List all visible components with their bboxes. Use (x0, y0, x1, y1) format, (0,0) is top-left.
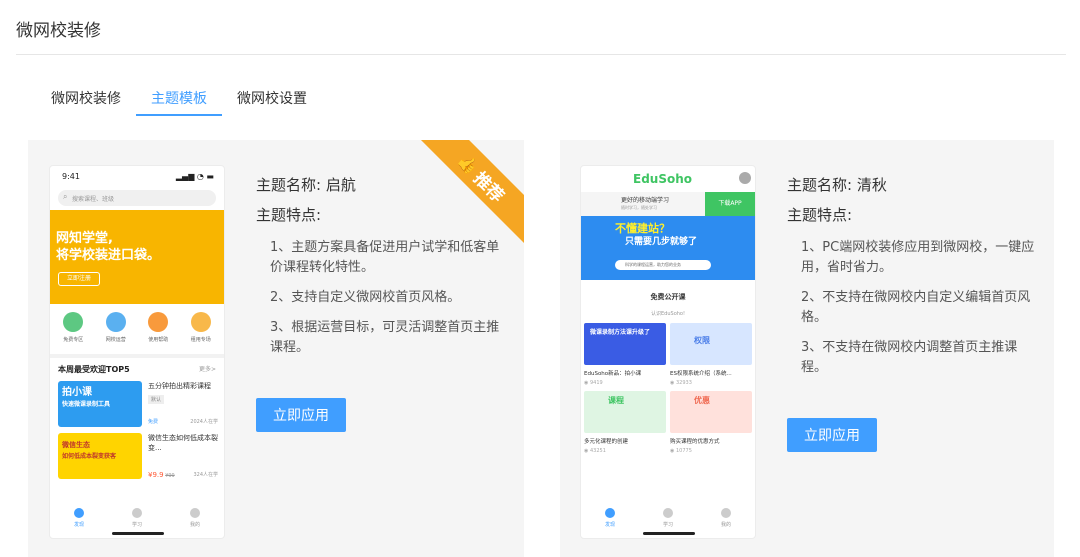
feature-item: 3、不支持在微网校内调整首页主推课程。 (801, 340, 1018, 375)
feature-item: 2、支持自定义微网校首页风格。 (270, 290, 461, 305)
study-icon (662, 508, 673, 518)
preview-search-field: ⌕ 搜索课程、班级 (58, 190, 216, 206)
preview-banner: 网知学堂, 将学校装进口袋。 立即注册 (50, 210, 224, 304)
theme-preview-qingqiu: EduSoho 更好的移动端学习 随时学习，随处学习 下载APP 不懂建站？ 只… (580, 165, 756, 539)
tab-decoration[interactable]: 微网校装修 (36, 80, 136, 116)
list-item: 优惠 购买课程的优惠方式 ◉ 10775 (670, 391, 752, 454)
course-thumbnail: 课程 (584, 391, 666, 433)
home-indicator (112, 532, 164, 535)
free-zone-icon (63, 312, 84, 332)
preview-quick-icons: 免费专区 网校运营 使用帮助 租用专场 (50, 304, 224, 354)
quick-icon: 租用专场 (190, 312, 211, 354)
study-icon (131, 508, 142, 518)
apply-theme-button[interactable]: 立即应用 (256, 398, 346, 432)
list-item: 权限 ES权限系统介绍（系统... ◉ 32933 (670, 323, 752, 386)
profile-icon (189, 508, 200, 518)
quick-icon: 免费专区 (63, 312, 83, 354)
tab-theme-templates[interactable]: 主题模板 (136, 80, 222, 116)
page-title: 微网校装修 (16, 21, 101, 41)
course-thumbnail: 拍小课 快速微课录制工具 (58, 381, 142, 427)
course-thumbnail: 微信生态 如何低成本裂变获客 (58, 433, 142, 479)
discover-icon (604, 508, 615, 518)
course-thumbnail: 权限 (670, 323, 752, 365)
features-title: 主题特点: (256, 206, 322, 224)
feature-item: 1、PC端网校装修应用到微网校，一键应用，省时省力。 (801, 240, 1035, 275)
download-app-button: 下载APP (705, 192, 755, 216)
tab-bar: 微网校装修 主题模板 微网校设置 (36, 80, 322, 116)
theme-card-qingqiu: EduSoho 更好的移动端学习 随时学习，随处学习 下载APP 不懂建站？ 只… (560, 140, 1054, 557)
list-item: 微信生态 如何低成本裂变获客 微信生态如何低成本裂变... ¥9.9 ¥99 32… (50, 427, 224, 479)
feature-list: 1、PC端网校装修应用到微网校，一键应用，省时省力。 2、不支持在微网校内自定义… (787, 238, 1037, 378)
course-thumbnail: 微课录制方法课升级了 (584, 323, 666, 365)
feature-item: 2、不支持在微网校内自定义编辑首页风格。 (801, 290, 1031, 325)
quick-icon: 使用帮助 (148, 312, 168, 354)
tab-settings[interactable]: 微网校设置 (222, 80, 322, 116)
status-bar: 9:41 ▂▄▆ ◔ ▬ (50, 166, 224, 188)
discover-icon (73, 508, 84, 518)
free-course-title: 免费公开课 (650, 293, 686, 301)
preview-tabbar: 发现 学习 我的 (581, 508, 755, 528)
theme-card-qihang: 9:41 ▂▄▆ ◔ ▬ ⌕ 搜索课程、班级 网知学堂, 将学校装进口袋。 立即… (28, 140, 524, 557)
course-thumbnail: 优惠 (670, 391, 752, 433)
preview-banner: 不懂建站？ 只需要几步就够了 科学的课程运营，助力您的业务 (581, 216, 755, 280)
theme-name: 主题名称: 清秋 (787, 176, 887, 194)
eye-icon: ◉ (670, 380, 675, 386)
operation-icon (105, 312, 126, 332)
preview-tabbar: 发现 学习 我的 (50, 508, 224, 528)
eye-icon: ◉ (670, 448, 675, 454)
eye-icon: ◉ (584, 448, 589, 454)
feature-list: 1、主题方案具备促进用户试学和低客单价课程转化特性。 2、支持自定义微网校首页风… (256, 238, 506, 358)
apply-theme-button[interactable]: 立即应用 (787, 418, 877, 452)
edusoho-logo: EduSoho (633, 172, 693, 186)
list-item: 课程 多元化课程的创建 ◉ 43251 (584, 391, 666, 454)
preview-header: EduSoho (581, 166, 755, 192)
help-icon (148, 312, 169, 332)
eye-icon: ◉ (584, 380, 589, 386)
search-icon: ⌕ (63, 192, 68, 201)
features-title: 主题特点: (787, 206, 853, 224)
theme-preview-qihang: 9:41 ▂▄▆ ◔ ▬ ⌕ 搜索课程、班级 网知学堂, 将学校装进口袋。 立即… (49, 165, 225, 539)
signal-icon: ▂▄▆ ◔ ▬ (175, 172, 214, 181)
banner-button: 立即注册 (58, 272, 100, 286)
feature-item: 1、主题方案具备促进用户试学和低客单价课程转化特性。 (270, 240, 500, 275)
download-bar: 更好的移动端学习 随时学习，随处学习 下载APP (581, 192, 755, 216)
theme-info: 主题名称: 启航 主题特点: 1、主题方案具备促进用户试学和低客单价课程转化特性… (256, 174, 506, 368)
quick-icon: 网校运营 (105, 312, 126, 354)
rental-icon (190, 312, 211, 332)
preview-section-header: 本周最受欢迎TOP5 更多> (58, 365, 216, 374)
profile-icon (720, 508, 731, 518)
list-item: 微课录制方法课升级了 EduSoho新品：拍小课 ◉ 9419 (584, 323, 666, 386)
list-item: 拍小课 快速微课录制工具 五分钟拍出精彩课程 默认 免费 2024人在学 (50, 375, 224, 427)
free-course-subtitle: 认识EduSoho! (651, 311, 685, 317)
feature-item: 3、根据运营目标，可灵活调整首页主推课程。 (270, 320, 500, 355)
avatar (739, 172, 751, 184)
theme-info: 主题名称: 清秋 主题特点: 1、PC端网校装修应用到微网校，一键应用，省时省力… (787, 174, 1037, 388)
title-divider (16, 54, 1066, 55)
home-indicator (643, 532, 695, 535)
course-grid: 微课录制方法课升级了 EduSoho新品：拍小课 ◉ 9419 权限 ES权限系… (581, 317, 755, 454)
